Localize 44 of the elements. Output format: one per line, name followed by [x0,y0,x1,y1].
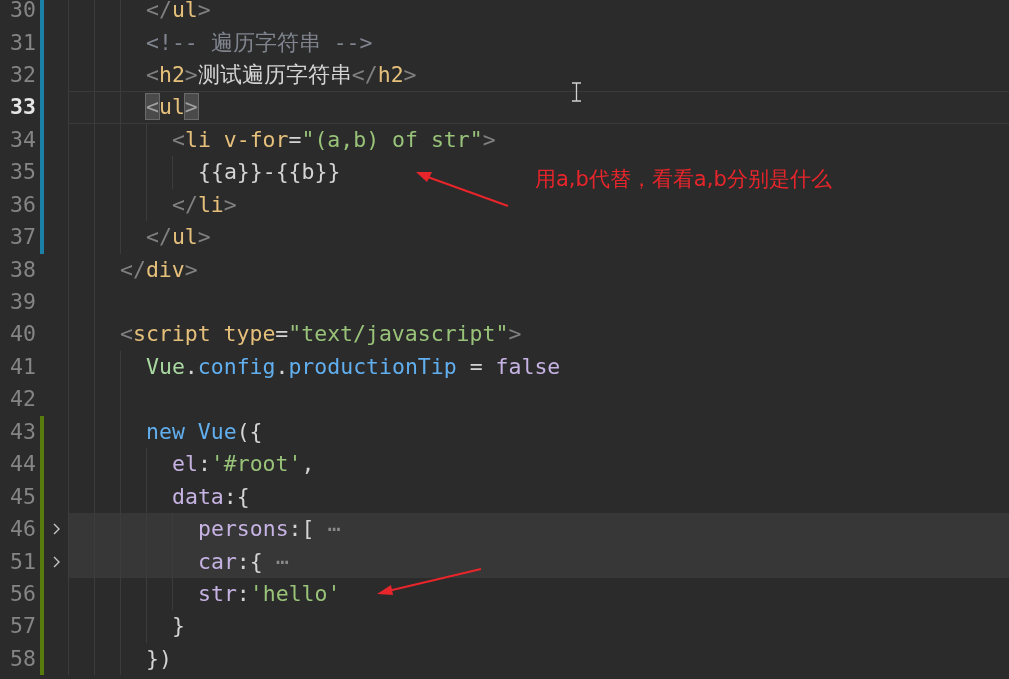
code-line: str:'hello' [198,579,341,608]
chevron-icon[interactable] [51,522,62,537]
code-line: </div> [120,255,198,284]
code-line: Vue.config.productionTip = false [146,352,561,381]
text-cursor-icon [571,82,582,102]
line-number: 43 [9,417,36,446]
line-number: 57 [9,612,36,641]
line-number: 44 [9,450,36,479]
code-line: el:'#root', [172,450,315,479]
line-number: 32 [9,60,36,89]
line-number: 46 [9,515,36,544]
code-line: </ul> [146,223,211,252]
line-number: 37 [9,223,36,252]
line-number: 30 [9,0,36,25]
code-line: car:{ ⋯ [198,547,289,576]
code-line: {{a}}-{{b}} [198,158,341,187]
line-number: 41 [9,352,36,381]
code-line: }) [146,644,172,673]
line-number: 51 [9,547,36,576]
line-number: 58 [9,644,36,673]
code-line: <h2>测试遍历字符串</h2> [146,60,417,89]
code-line: <ul> [146,93,198,122]
annotation-note: 用a,b代替，看看a,b分别是什么 [535,166,832,193]
code-line: <!-- 遍历字符串 --> [146,28,373,57]
code-line: <script type="text/javascript"> [120,320,522,349]
code-line: </li> [172,190,237,219]
code-line: </ul> [146,0,211,25]
line-number: 36 [9,190,36,219]
line-number: 45 [9,482,36,511]
line-number: 42 [9,385,36,414]
code-line: persons:[ ⋯ [198,515,341,544]
code-line: } [172,612,185,641]
chevron-icon[interactable] [51,554,62,569]
line-number: 31 [9,28,36,57]
code-line: data:{ [172,482,250,511]
line-number: 38 [9,255,36,284]
line-number: 39 [9,288,36,317]
line-number: 34 [9,125,36,154]
code-line: new Vue({ [146,417,263,446]
line-number: 56 [9,579,36,608]
line-number: 40 [9,320,36,349]
code-line: <li v-for="(a,b) of str"> [172,125,496,154]
line-number: 35 [9,158,36,187]
line-number: 33 [9,93,36,122]
